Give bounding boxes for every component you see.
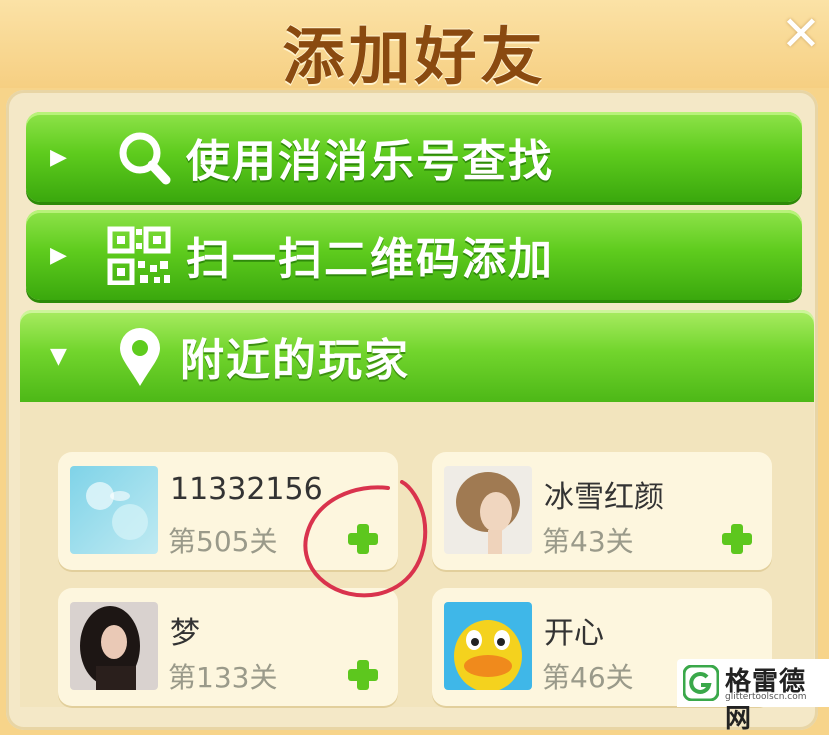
avatar [70,602,158,690]
search-by-id-button[interactable]: ▶ 使用消消乐号查找 [26,112,802,202]
player-name: 开心 [544,616,604,651]
player-level: 第133关 [168,661,278,694]
location-pin-icon [120,328,160,386]
dialog-header: 添加好友 ✕ [0,0,829,93]
search-icon [119,132,171,185]
player-card[interactable]: 冰雪红颜 第43关 [432,452,772,570]
scan-qr-button[interactable]: ▶ 扫一扫二维码添加 [26,210,802,300]
nearby-players-header[interactable]: ▼ 附近的玩家 [20,310,814,402]
dialog-title: 添加好友 [282,20,547,93]
player-level: 第505关 [168,525,278,558]
add-friend-icon[interactable] [346,658,380,692]
watermark: 格雷德网 glittertoolscn.com [677,659,829,734]
search-by-id-label: 使用消消乐号查找 [186,136,554,187]
avatar [444,602,532,690]
qrcode-icon [107,226,171,285]
expand-arrow-icon: ▶ [50,242,67,268]
nearby-players-label: 附近的玩家 [180,335,410,386]
avatar [70,466,158,554]
player-name: 冰雪红颜 [544,480,664,515]
close-icon[interactable]: ✕ [779,10,823,58]
scan-qr-label: 扫一扫二维码添加 [186,234,554,285]
watermark-subtext: glittertoolscn.com [725,692,807,702]
add-friend-icon[interactable] [720,522,754,556]
player-level: 第43关 [542,525,634,558]
player-name: 梦 [170,616,200,651]
avatar [444,466,532,554]
player-level: 第46关 [542,661,634,694]
collapse-arrow-icon: ▼ [50,343,67,369]
watermark-logo-icon [683,665,719,701]
expand-arrow-icon: ▶ [50,144,67,170]
annotation-circle [303,480,428,598]
